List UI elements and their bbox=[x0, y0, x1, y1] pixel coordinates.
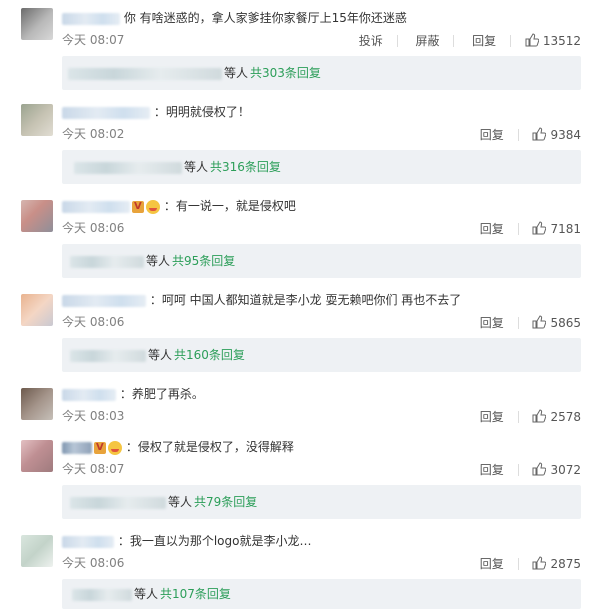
like-button[interactable]: 2875 bbox=[532, 555, 581, 572]
divider bbox=[453, 34, 455, 47]
like-button[interactable]: 5865 bbox=[532, 314, 581, 331]
reply-summary-box[interactable]: 等人 共95条回复 bbox=[62, 244, 581, 278]
verified-badge-icon bbox=[132, 199, 144, 215]
reply-button[interactable]: 回复 bbox=[472, 33, 496, 49]
reply-summary-box[interactable]: 等人 共107条回复 bbox=[62, 579, 581, 609]
reply-usernames-blurred bbox=[70, 349, 146, 362]
divider bbox=[509, 34, 511, 47]
divider bbox=[396, 34, 398, 47]
reply-button[interactable]: 回复 bbox=[480, 556, 504, 572]
avatar[interactable] bbox=[21, 294, 53, 326]
avatar[interactable] bbox=[21, 8, 53, 40]
thumbs-up-icon bbox=[532, 555, 547, 569]
emoji-icon bbox=[108, 440, 122, 455]
divider bbox=[517, 316, 519, 329]
emoji-icon bbox=[146, 199, 160, 214]
divider bbox=[517, 557, 519, 570]
like-count: 3072 bbox=[550, 462, 581, 477]
username-blurred[interactable] bbox=[62, 535, 114, 548]
verified-badge-icon bbox=[94, 440, 106, 456]
reply-usernames-blurred bbox=[70, 496, 166, 509]
reply-button[interactable]: 回复 bbox=[480, 221, 504, 237]
reply-count-link[interactable]: 共95条回复 bbox=[172, 254, 235, 268]
divider bbox=[517, 410, 519, 423]
report-button[interactable]: 投诉 bbox=[359, 33, 383, 49]
avatar[interactable] bbox=[21, 535, 53, 567]
avatar[interactable] bbox=[21, 104, 53, 136]
reply-button[interactable]: 回复 bbox=[480, 409, 504, 425]
comment-text: 你 有啥迷惑的，拿人家爹挂你家餐厅上15年你还迷惑 bbox=[123, 11, 407, 25]
reply-others-label: 等人 bbox=[168, 495, 193, 509]
comment-text: ：呵呵 中国人都知道就是李小龙 耍无赖吧你们 再也不去了 bbox=[149, 293, 462, 307]
thumbs-up-icon bbox=[525, 32, 540, 46]
reply-count-link[interactable]: 共79条回复 bbox=[194, 495, 257, 509]
reply-count-link[interactable]: 共316条回复 bbox=[210, 160, 281, 174]
comment-time: 今天 08:06 bbox=[62, 221, 125, 235]
avatar[interactable] bbox=[21, 200, 53, 232]
reply-others-label: 等人 bbox=[146, 254, 171, 268]
comment-text: ：我一直以为那个logo就是李小龙… bbox=[117, 534, 312, 548]
reply-summary-box[interactable]: 等人 共79条回复 bbox=[62, 485, 581, 519]
thumbs-up-icon bbox=[532, 314, 547, 328]
comment-time: 今天 08:06 bbox=[62, 556, 125, 570]
like-button[interactable]: 7181 bbox=[532, 220, 581, 237]
reply-others-label: 等人 bbox=[184, 160, 209, 174]
like-count: 2875 bbox=[550, 556, 581, 571]
username-blurred[interactable] bbox=[62, 388, 116, 401]
reply-usernames-blurred bbox=[72, 588, 132, 601]
divider bbox=[517, 222, 519, 235]
comment-time: 今天 08:07 bbox=[62, 33, 125, 47]
like-button[interactable]: 9384 bbox=[532, 126, 581, 143]
reply-others-label: 等人 bbox=[224, 66, 249, 80]
reply-others-label: 等人 bbox=[134, 587, 159, 601]
comment-text: ：侵权了就是侵权了，没得解释 bbox=[125, 440, 294, 454]
reply-others-label: 等人 bbox=[148, 348, 173, 362]
reply-usernames-blurred bbox=[70, 255, 144, 268]
comment-time: 今天 08:03 bbox=[62, 409, 125, 423]
avatar[interactable] bbox=[21, 440, 53, 472]
avatar[interactable] bbox=[21, 388, 53, 420]
comment-text: ：有一说一，就是侵权吧 bbox=[163, 199, 296, 213]
comment-time: 今天 08:07 bbox=[62, 462, 125, 476]
like-button[interactable]: 2578 bbox=[532, 408, 581, 425]
reply-summary-box[interactable]: 等人 共160条回复 bbox=[62, 338, 581, 372]
comment-time: 今天 08:06 bbox=[62, 315, 125, 329]
reply-summary-box[interactable]: 等人 共303条回复 bbox=[62, 56, 581, 90]
thumbs-up-icon bbox=[532, 408, 547, 422]
like-count: 2578 bbox=[550, 409, 581, 424]
reply-usernames-blurred bbox=[74, 161, 182, 174]
like-button[interactable]: 13512 bbox=[525, 32, 581, 49]
username-blurred[interactable] bbox=[62, 441, 92, 454]
divider bbox=[517, 128, 519, 141]
reply-button[interactable]: 回复 bbox=[480, 462, 504, 478]
reply-usernames-blurred bbox=[68, 67, 222, 80]
comment-text: ：明明就侵权了！ bbox=[153, 105, 250, 119]
reply-count-link[interactable]: 共160条回复 bbox=[174, 348, 245, 362]
reply-count-link[interactable]: 共303条回复 bbox=[250, 66, 321, 80]
thumbs-up-icon bbox=[532, 461, 547, 475]
divider bbox=[517, 463, 519, 476]
comment-text: ：养肥了再杀。 bbox=[119, 387, 204, 401]
reply-button[interactable]: 回复 bbox=[480, 127, 504, 143]
thumbs-up-icon bbox=[532, 220, 547, 234]
username-blurred[interactable] bbox=[62, 294, 146, 307]
comment-time: 今天 08:02 bbox=[62, 127, 125, 141]
like-button[interactable]: 3072 bbox=[532, 461, 581, 478]
reply-summary-box[interactable]: 等人 共316条回复 bbox=[62, 150, 581, 184]
username-blurred[interactable] bbox=[62, 12, 120, 25]
username-blurred[interactable] bbox=[62, 200, 130, 213]
hide-button[interactable]: 屏蔽 bbox=[415, 33, 439, 49]
like-count: 7181 bbox=[550, 221, 581, 236]
like-count: 5865 bbox=[550, 315, 581, 330]
like-count: 13512 bbox=[542, 33, 581, 48]
reply-button[interactable]: 回复 bbox=[480, 315, 504, 331]
username-blurred[interactable] bbox=[62, 106, 150, 119]
reply-count-link[interactable]: 共107条回复 bbox=[160, 587, 231, 601]
thumbs-up-icon bbox=[532, 126, 547, 140]
like-count: 9384 bbox=[550, 127, 581, 142]
